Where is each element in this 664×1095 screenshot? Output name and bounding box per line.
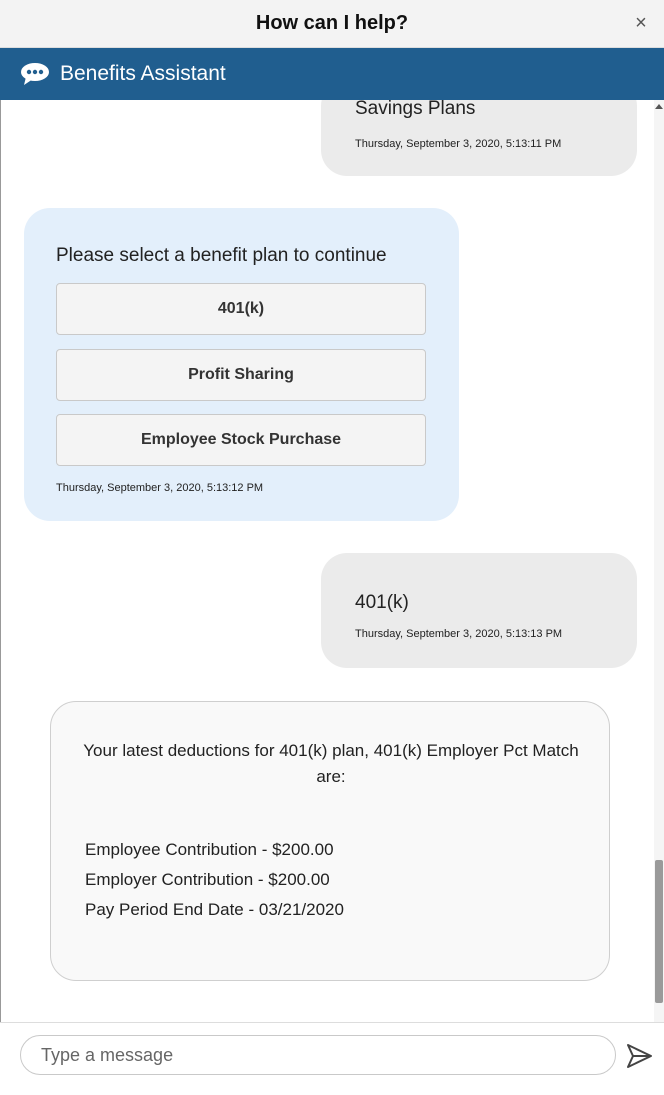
pay-period-end-date: Pay Period End Date - 03/21/2020 [85, 900, 344, 919]
chat-scrollbar[interactable] [654, 100, 664, 1022]
message-timestamp: Thursday, September 3, 2020, 5:13:12 PM [56, 482, 264, 494]
option-profit-sharing-button[interactable]: Profit Sharing [56, 349, 426, 401]
bot-message: Please select a benefit plan to continue… [24, 208, 459, 521]
user-message: 401(k) Thursday, September 3, 2020, 5:13… [321, 553, 637, 668]
send-icon[interactable] [624, 1041, 654, 1071]
scroll-thumb[interactable] [655, 860, 663, 1003]
message-text: 401(k) [355, 592, 409, 613]
option-employee-stock-purchase-button[interactable]: Employee Stock Purchase [56, 414, 426, 466]
chat-bubble-icon [20, 60, 52, 88]
deductions-card: Your latest deductions for 401(k) plan, … [50, 701, 610, 981]
scroll-up-icon[interactable] [655, 104, 663, 109]
deductions-intro: Your latest deductions for 401(k) plan, … [83, 741, 579, 786]
assistant-header: Benefits Assistant [0, 48, 664, 100]
message-text: Savings Plans [355, 100, 476, 119]
employer-contribution: Employer Contribution - $200.00 [85, 870, 330, 889]
window-title: How can I help? [255, 12, 409, 34]
user-message: Savings Plans Thursday, September 3, 202… [321, 100, 637, 176]
title-bar: How can I help? × [0, 0, 664, 48]
message-text: Please select a benefit plan to continue [56, 245, 387, 266]
option-401k-button[interactable]: 401(k) [56, 283, 426, 335]
assistant-name: Benefits Assistant [60, 62, 226, 85]
message-timestamp: Thursday, September 3, 2020, 5:13:11 PM [355, 138, 562, 150]
message-timestamp: Thursday, September 3, 2020, 5:13:13 PM [355, 628, 563, 640]
close-icon[interactable]: × [630, 12, 652, 34]
chat-transcript[interactable]: Savings Plans Thursday, September 3, 202… [0, 100, 664, 1022]
employee-contribution: Employee Contribution - $200.00 [85, 840, 334, 859]
message-input[interactable] [20, 1035, 616, 1075]
message-composer [0, 1022, 664, 1095]
